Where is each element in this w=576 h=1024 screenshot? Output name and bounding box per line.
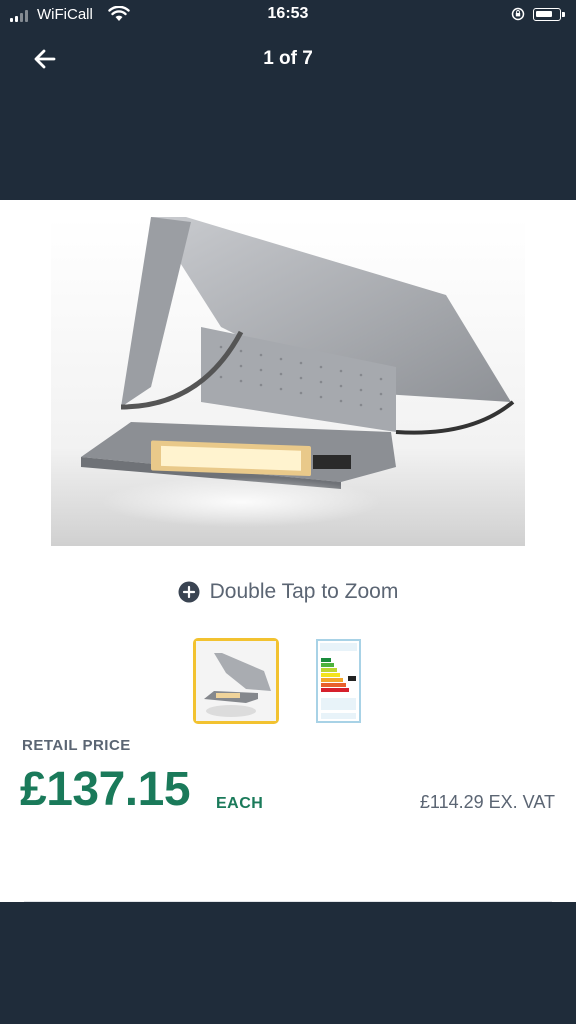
energy-label-thumbnail[interactable] [300,638,386,724]
price-unit: EACH [216,795,264,812]
ex-vat-label: EX. VAT [488,792,555,812]
orientation-lock-icon [511,7,525,21]
product-gallery: Double Tap to Zoom RETAIL PRICE £137.15 [0,200,576,902]
page-counter: 1 of 7 [263,48,313,69]
cooker-hood-thumbnail[interactable] [193,638,279,724]
zoom-hint: Double Tap to Zoom [0,580,576,604]
battery-fill [536,11,552,17]
divider [24,901,552,902]
status-time: 16:53 [267,5,309,22]
battery-icon [533,8,565,21]
ex-vat-price: £114.29 EX. VAT [420,792,555,813]
retail-price-label: RETAIL PRICE [22,737,131,754]
cooker-hood-image[interactable] [51,217,525,546]
zoom-hint-text: Double Tap to Zoom [209,580,399,603]
retail-price: £137.15 [20,763,191,816]
status-bar: WiFiCall 16:53 [0,0,576,30]
energy-label-thumbnail-image [316,639,361,723]
ex-vat-amount: £114.29 [419,792,484,812]
plus-circle-icon [178,581,200,603]
cooker-hood-thumbnail-image [196,641,276,721]
